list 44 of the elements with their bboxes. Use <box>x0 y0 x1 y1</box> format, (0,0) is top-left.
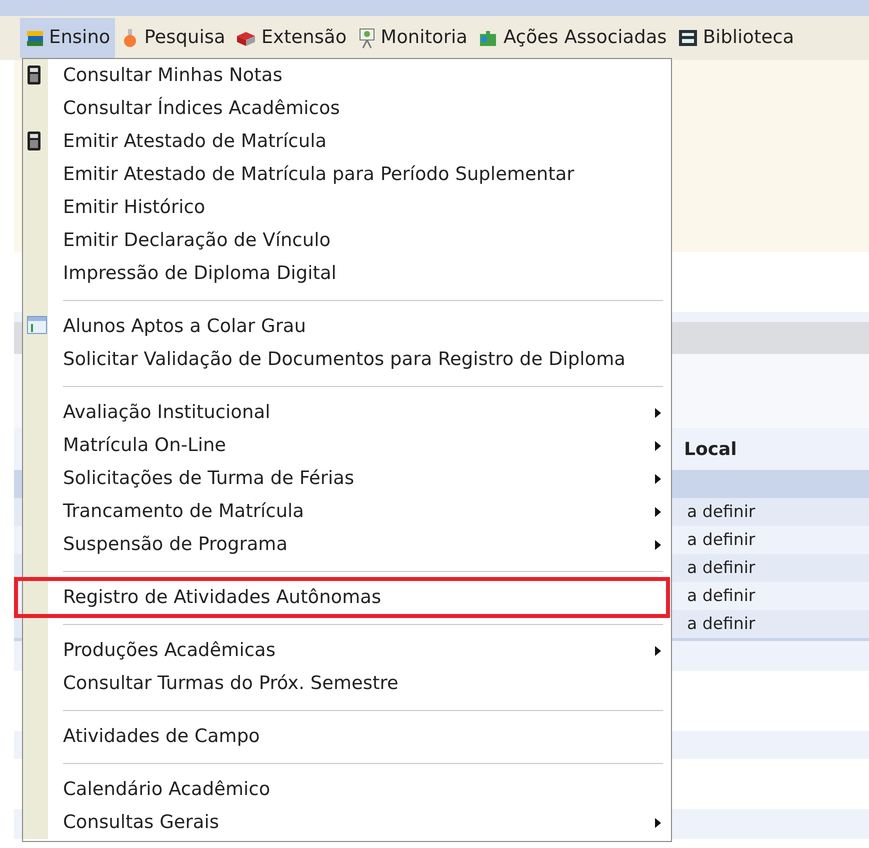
menu-item[interactable]: Consultas Gerais <box>48 806 671 839</box>
menu-item[interactable]: Avaliação Institucional <box>48 396 671 429</box>
menu-item[interactable]: Emitir Atestado de Matrícula <box>48 125 671 158</box>
menu-item[interactable]: Matrícula On-Line <box>48 429 671 462</box>
menu-item[interactable]: Consultar Índices Acadêmicos <box>48 92 671 125</box>
table-cell-text: a definir <box>687 528 756 551</box>
menu-item[interactable]: Solicitar Validação de Documentos para Registro de Diploma <box>48 343 671 376</box>
submenu-arrow-icon <box>655 540 661 550</box>
column-header: Local <box>684 438 737 462</box>
menu-item[interactable]: Trancamento de Matrícula <box>48 495 671 528</box>
table-cell-text: a definir <box>687 500 756 523</box>
submenu-arrow-icon <box>655 506 661 516</box>
menubar-item[interactable]: Pesquisa <box>115 18 230 58</box>
menu-item[interactable]: Emitir Histórico <box>48 191 671 224</box>
menu-item[interactable]: Atividades de Campo <box>48 720 671 753</box>
submenu-arrow-icon <box>655 646 661 656</box>
menubar-item[interactable]: Monitoria <box>352 18 472 58</box>
menu-item[interactable]: Impressão de Diploma Digital <box>48 257 671 290</box>
table-icon <box>27 316 47 334</box>
menu-item[interactable]: Consultar Minhas Notas <box>48 59 671 92</box>
table-cell-text: a definir <box>687 584 756 607</box>
menubar-item[interactable]: Extensão <box>230 18 352 58</box>
menu-item[interactable]: Solicitações de Turma de Férias <box>48 462 671 495</box>
menu-item[interactable]: Emitir Atestado de Matrícula para Período Suplementar <box>48 158 671 191</box>
menu-item[interactable]: Calendário Acadêmico <box>48 773 671 806</box>
submenu-arrow-icon <box>655 818 661 828</box>
menu-item[interactable]: Consultar Turmas do Próx. Semestre <box>48 667 671 700</box>
menubar-item[interactable]: Biblioteca <box>672 18 800 58</box>
menu-item[interactable]: Emitir Declaração de Vínculo <box>48 224 671 257</box>
easel-icon <box>356 27 377 49</box>
table-cell-text: a definir <box>687 612 756 635</box>
submenu-arrow-icon <box>655 408 661 418</box>
menu-item[interactable]: Suspensão de Programa <box>48 528 671 561</box>
menu-item[interactable]: Alunos Aptos a Colar Grau <box>48 310 671 343</box>
submenu-arrow-icon <box>655 474 661 484</box>
menubar-item[interactable]: Ações Associadas <box>472 18 672 58</box>
menubar-item[interactable]: Ensino <box>20 18 116 58</box>
submenu-arrow-icon <box>655 440 661 450</box>
table-cell-text: a definir <box>687 556 756 579</box>
books-icon <box>25 28 45 48</box>
calculator-icon <box>27 131 41 151</box>
calculator-icon <box>27 65 41 85</box>
menu-item[interactable]: Produções Acadêmicas <box>48 634 671 667</box>
printer-icon <box>676 28 699 48</box>
